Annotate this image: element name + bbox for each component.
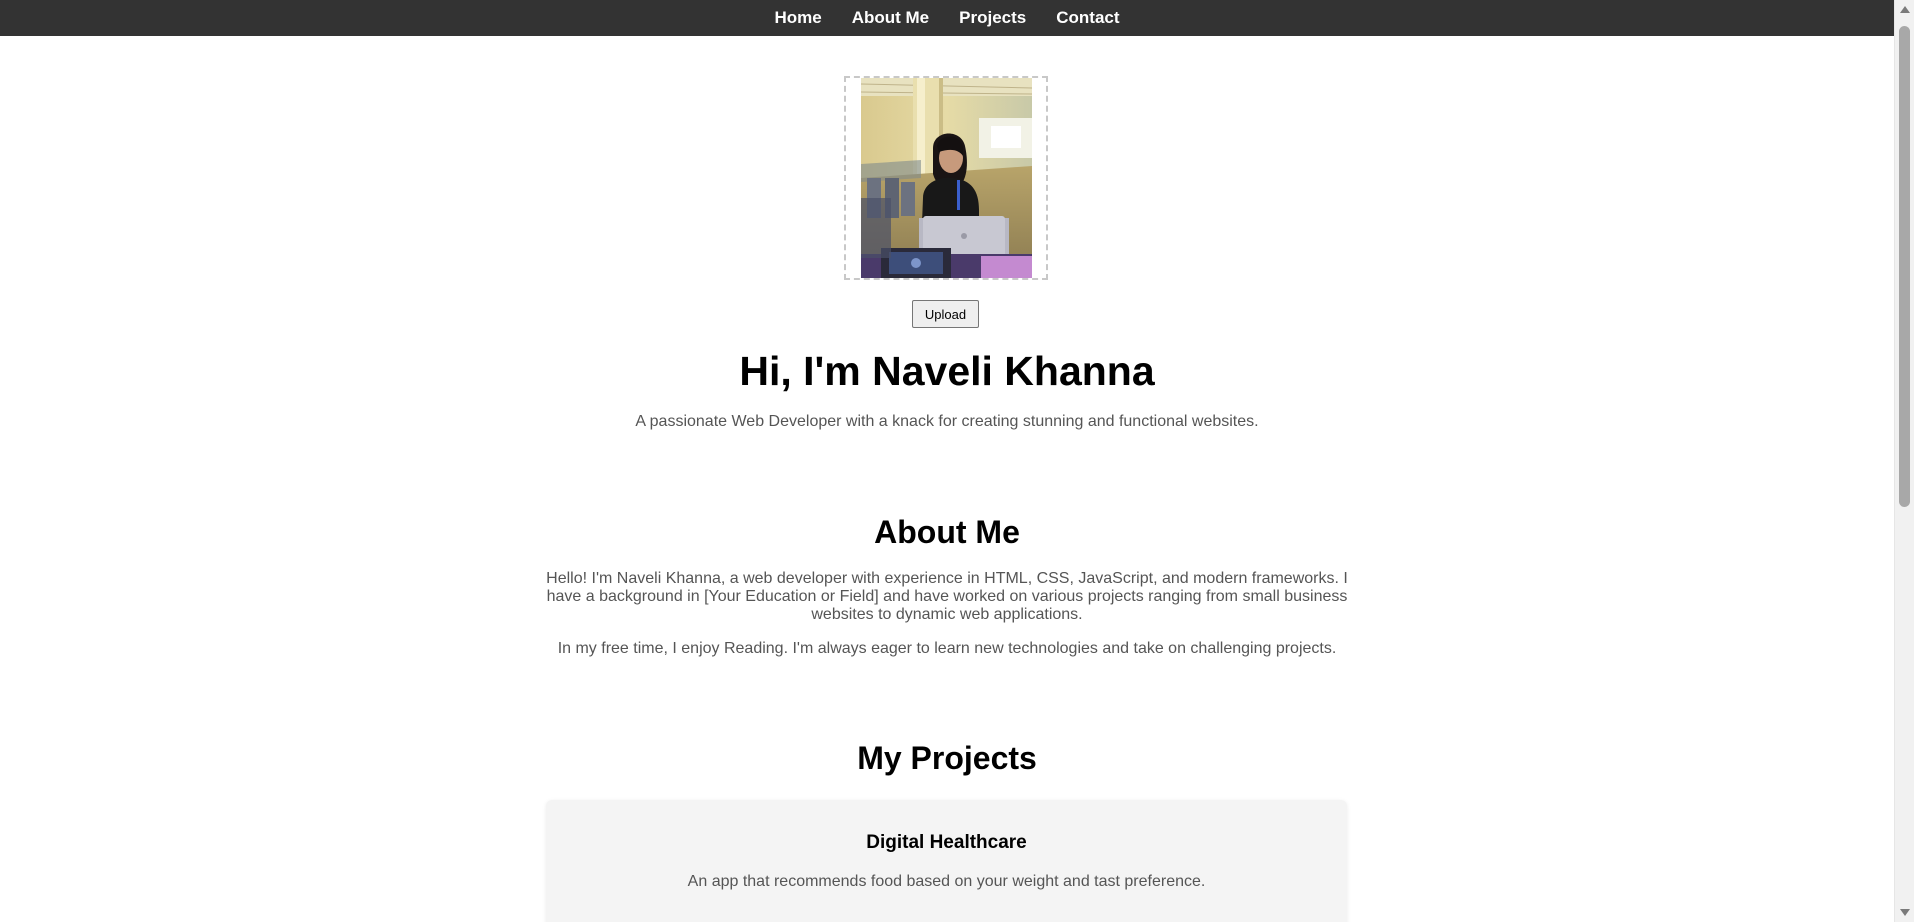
vertical-scrollbar[interactable] xyxy=(1894,0,1914,922)
projects-title: My Projects xyxy=(857,740,1037,776)
scroll-thumb[interactable] xyxy=(1899,26,1910,507)
project-description: An app that recommends food based on you… xyxy=(687,873,1206,890)
scroll-up-arrow-icon[interactable] xyxy=(1900,6,1910,13)
about-title: About Me xyxy=(874,514,1020,550)
upload-button[interactable]: Upload xyxy=(912,300,979,328)
scroll-down-arrow-icon[interactable] xyxy=(1900,909,1910,916)
profile-photo-frame xyxy=(844,76,1048,280)
nav-link-projects[interactable]: Projects xyxy=(959,8,1026,28)
top-nav: Home About Me Projects Contact xyxy=(0,0,1894,36)
about-paragraph-1: Hello! I'm Naveli Khanna, a web develope… xyxy=(546,570,1348,623)
main-content: Upload Hi, I'm Naveli Khanna A passionat… xyxy=(0,36,1894,922)
project-card: Digital Healthcare An app that recommend… xyxy=(546,800,1347,922)
about-paragraph-2: In my free time, I enjoy Reading. I'm al… xyxy=(557,640,1337,657)
hero-title: Hi, I'm Naveli Khanna xyxy=(739,348,1155,394)
hero-subtitle: A passionate Web Developer with a knack … xyxy=(635,413,1259,430)
project-name: Digital Healthcare xyxy=(866,832,1027,853)
nav-link-home[interactable]: Home xyxy=(774,8,821,28)
nav-link-contact[interactable]: Contact xyxy=(1056,8,1119,28)
profile-photo xyxy=(861,78,1032,278)
nav-link-about-me[interactable]: About Me xyxy=(852,8,929,28)
profile-photo-image xyxy=(861,78,1032,278)
